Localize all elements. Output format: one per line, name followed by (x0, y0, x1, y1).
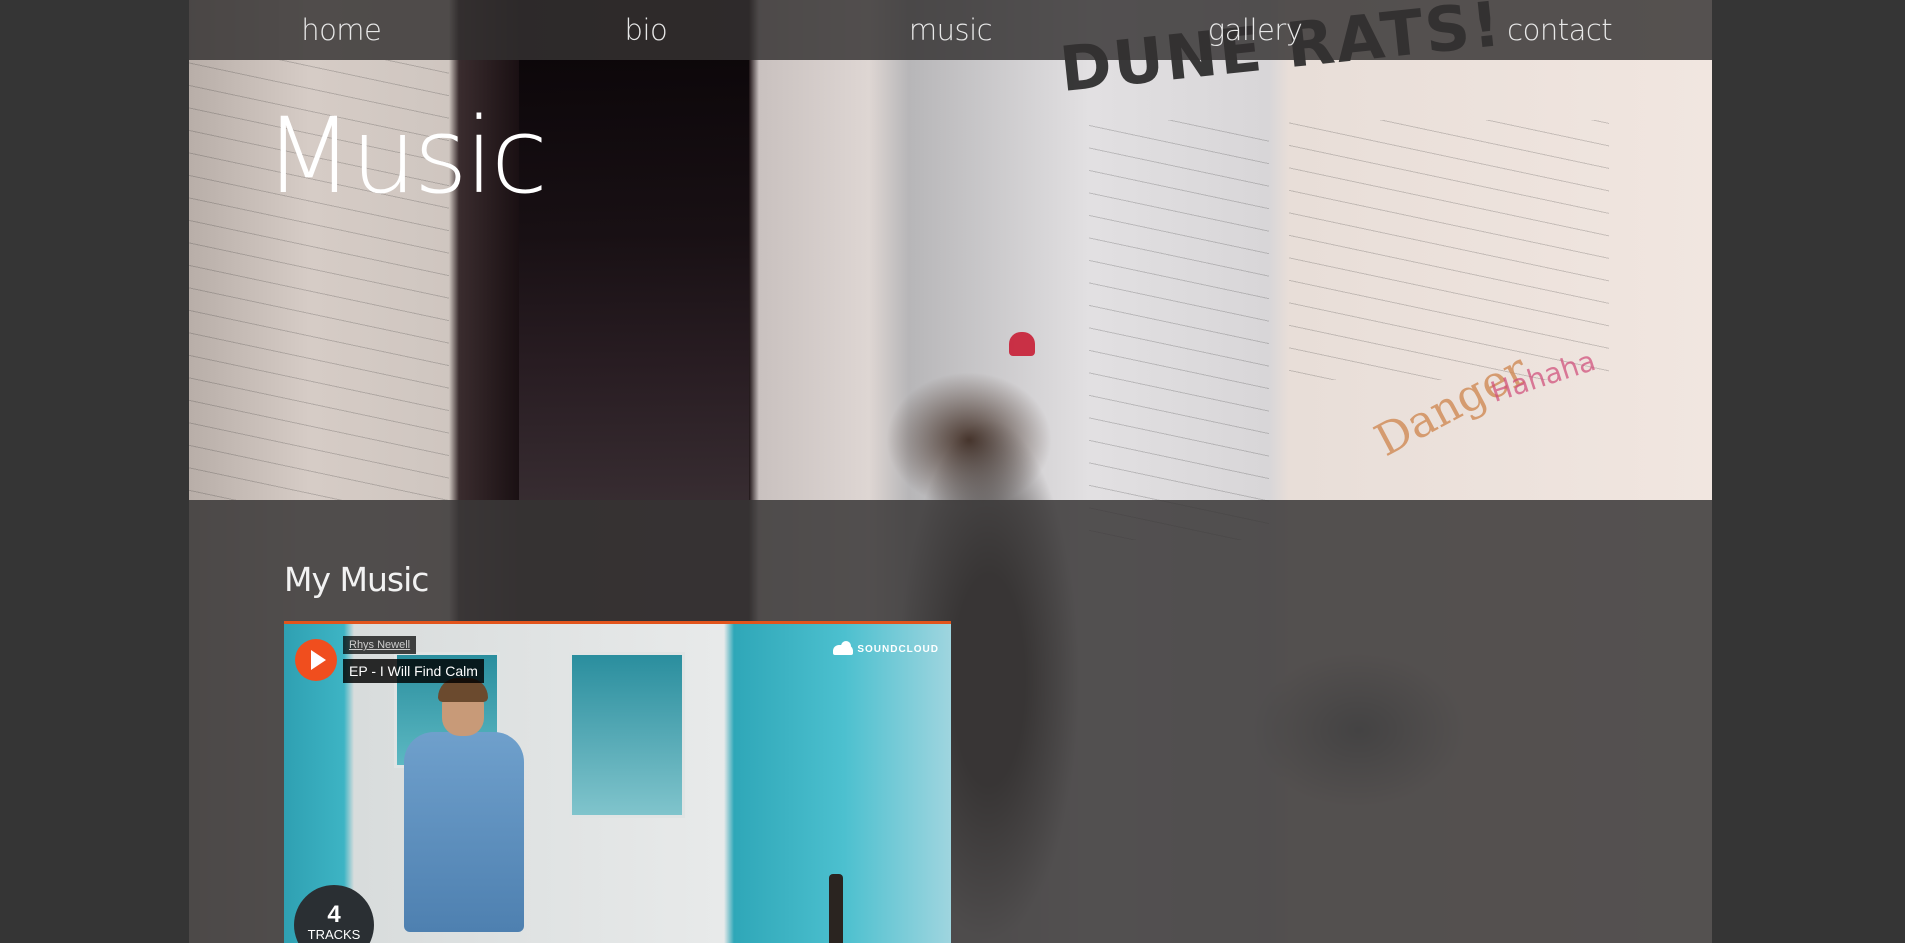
page-container: DUNE RATS! Danger Hahaha home bio music … (189, 0, 1712, 943)
track-count-label: TRACKS (307, 927, 361, 942)
background-scribbles-middle (1089, 120, 1269, 540)
nav-home[interactable]: home (189, 0, 494, 60)
nav-gallery[interactable]: gallery (1103, 0, 1408, 60)
artist-link[interactable]: Rhys Newell (343, 636, 417, 654)
track-count-badge[interactable]: 4 TRACKS (294, 885, 374, 943)
track-count-number: 4 (327, 901, 341, 928)
nav-contact[interactable]: contact (1407, 0, 1712, 60)
play-button[interactable] (295, 639, 337, 681)
nav-bio[interactable]: bio (494, 0, 799, 60)
nav-music[interactable]: music (798, 0, 1103, 60)
artwork-jacket (404, 732, 524, 932)
artwork-person (384, 678, 544, 943)
background-doorway (519, 60, 749, 500)
main-nav: home bio music gallery contact (189, 0, 1712, 60)
soundcloud-brand-text: SOUNDCLOUD (857, 644, 939, 655)
artwork-window-right (569, 652, 685, 818)
heart-graffiti-icon (1009, 332, 1035, 356)
page-title: Music (264, 95, 548, 217)
soundcloud-logo[interactable]: SOUNDCLOUD (833, 640, 939, 655)
soundcloud-player[interactable]: Rhys Newell EP - I Will Find Calm SOUNDC… (284, 621, 951, 943)
soundcloud-cloud-icon (833, 640, 854, 655)
artwork-guitar (829, 874, 843, 943)
track-title[interactable]: EP - I Will Find Calm (343, 659, 484, 683)
content-panel: My Music Rhys Newell EP - I Will Find Ca… (189, 500, 1712, 943)
section-title: My Music (284, 560, 429, 599)
background-scribbles-right (1289, 120, 1609, 380)
